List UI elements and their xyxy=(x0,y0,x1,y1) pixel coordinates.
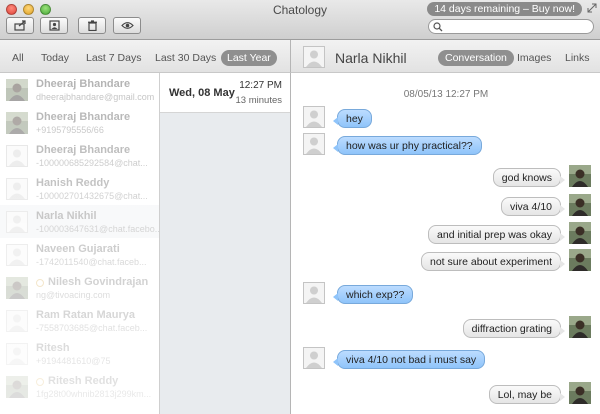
delete-button[interactable] xyxy=(78,17,106,34)
contact-avatar-placeholder-icon xyxy=(6,310,28,332)
outgoing-message-bubble: viva 4/10 xyxy=(500,197,566,216)
conversation-contact-name: Narla Nikhil xyxy=(335,50,407,66)
contact-handle: ng@tivoacing.com xyxy=(36,290,111,300)
contact-item[interactable]: Hanish Reddy -100002701432675@chat... xyxy=(0,172,159,205)
contact-item[interactable]: Dheeraj Bhandare +9195795556/66 xyxy=(0,106,159,139)
contact-name: Nilesh Govindrajan xyxy=(48,276,149,288)
my-avatar-photo-icon xyxy=(569,222,591,244)
contact-item[interactable]: Nilesh Govindrajan ng@tivoacing.com xyxy=(0,271,159,304)
contact-list: Dheeraj Bhandare dheerajbhandare@gmail.co… xyxy=(0,73,160,414)
contact-item[interactable]: Ram Ratan Maurya -7558703685@chat.faceb..… xyxy=(0,304,159,337)
contact-item[interactable]: Ritesh Reddy 1fg28t00whnib2813j299km... xyxy=(0,370,159,403)
share-button[interactable] xyxy=(6,17,34,34)
share-icon xyxy=(13,20,26,31)
contact-name: Dheeraj Bhandare xyxy=(36,78,131,90)
contact-handle: -100003647631@chat.facebo... xyxy=(36,224,160,234)
incoming-message-bubble: viva 4/10 not bad i must say xyxy=(332,350,486,369)
my-avatar-photo-icon xyxy=(569,194,591,216)
contact-avatar-placeholder-icon xyxy=(6,145,28,167)
contact-avatar-photo-icon xyxy=(6,376,28,398)
tab-images[interactable]: Images xyxy=(517,50,551,66)
away-status-icon xyxy=(36,378,44,386)
search-input[interactable] xyxy=(445,20,590,33)
contact-handle: -100000685292584@chat... xyxy=(36,158,148,168)
sender-avatar-placeholder-icon xyxy=(303,133,325,155)
contact-avatar-photo-icon xyxy=(6,79,28,101)
session-duration: 13 minutes xyxy=(235,95,282,106)
outgoing-message-bubble: and initial prep was okay xyxy=(428,225,565,244)
contact-avatar-placeholder-icon xyxy=(6,343,28,365)
fullscreen-icon[interactable] xyxy=(587,3,597,13)
filter-all[interactable]: All xyxy=(12,50,24,66)
contacts-button[interactable] xyxy=(40,17,68,34)
contact-item[interactable]: Dheeraj Bhandare -100000685292584@chat... xyxy=(0,139,159,172)
contact-name: Dheeraj Bhandare xyxy=(36,144,131,156)
contact-name: Ritesh xyxy=(36,342,70,354)
conversation-timestamp: 08/05/13 12:27 PM xyxy=(403,89,489,100)
contact-name: Dheeraj Bhandare xyxy=(36,111,131,123)
filter-last-30-days[interactable]: Last 30 Days xyxy=(155,50,216,66)
sender-avatar-placeholder-icon xyxy=(303,282,325,304)
outgoing-message-bubble: not sure about experiment xyxy=(421,252,565,271)
contact-handle: -7558703685@chat.faceb... xyxy=(36,323,148,333)
session-date-label: Wed, 08 May xyxy=(169,87,235,99)
outgoing-message-bubble: Lol, may be xyxy=(488,385,566,404)
session-time: 12:27 PM xyxy=(239,80,282,91)
contact-handle: 1fg28t00whnib2813j299km... xyxy=(36,389,152,399)
search-icon xyxy=(433,22,443,32)
incoming-message-bubble: which exp?? xyxy=(332,285,414,304)
contact-name: Ritesh Reddy xyxy=(48,375,119,387)
contact-name: Naveen Gujarati xyxy=(36,243,120,255)
eye-icon xyxy=(120,22,134,29)
contact-avatar-placeholder-icon xyxy=(303,46,325,68)
contact-avatar-placeholder-icon xyxy=(6,211,28,233)
conversation-pane: 08/05/13 12:27 PM hey how was ur phy prac… xyxy=(292,73,600,414)
contact-avatar-placeholder-icon xyxy=(6,244,28,266)
contact-handle: +9195795556/66 xyxy=(36,125,104,135)
away-status-icon xyxy=(36,279,44,287)
contact-item[interactable]: Naveen Gujarati -1742011540@chat.faceb... xyxy=(0,238,159,271)
contact-avatar-photo-icon xyxy=(6,277,28,299)
contact-name: Hanish Reddy xyxy=(36,177,110,189)
filter-today[interactable]: Today xyxy=(41,50,69,66)
tab-links[interactable]: Links xyxy=(565,50,590,66)
contact-item[interactable]: Narla Nikhil -100003647631@chat.facebo... xyxy=(0,205,160,238)
my-avatar-photo-icon xyxy=(569,165,591,187)
contact-item[interactable]: Dheeraj Bhandare dheerajbhandare@gmail.co… xyxy=(0,73,159,106)
sender-avatar-placeholder-icon xyxy=(303,347,325,369)
incoming-message-bubble: how was ur phy practical?? xyxy=(333,136,482,155)
contact-item[interactable]: Ritesh +9194481610@75 xyxy=(0,337,159,370)
contact-handle: dheerajbhandare@gmail.com xyxy=(36,92,155,102)
filter-last-year[interactable]: Last Year xyxy=(221,50,277,66)
session-date-list: Wed, 08 May 12:27 PM 13 minutes xyxy=(160,73,291,414)
my-avatar-photo-icon xyxy=(569,249,591,271)
trash-icon xyxy=(87,20,97,31)
outgoing-message-bubble: diffraction grating xyxy=(462,319,566,338)
sender-avatar-placeholder-icon xyxy=(303,106,325,128)
contact-avatar-placeholder-icon xyxy=(6,178,28,200)
preview-button[interactable] xyxy=(113,17,141,34)
contact-name: Narla Nikhil xyxy=(36,210,97,222)
contact-handle: +9194481610@75 xyxy=(36,356,111,366)
my-avatar-photo-icon xyxy=(569,316,591,338)
contact-handle: -1742011540@chat.faceb... xyxy=(36,257,147,267)
filter-last-7-days[interactable]: Last 7 Days xyxy=(86,50,141,66)
contacts-icon xyxy=(48,20,60,31)
conversation-header: Narla Nikhil Conversation Images Links xyxy=(291,40,600,73)
window-toolbar: Chatology 14 days remaining – Buy now! xyxy=(0,0,600,40)
search-box xyxy=(428,19,594,34)
tab-conversation[interactable]: Conversation xyxy=(438,50,514,66)
session-date-item[interactable]: Wed, 08 May 12:27 PM 13 minutes xyxy=(160,73,290,113)
contact-name: Ram Ratan Maurya xyxy=(36,309,136,321)
date-filter-bar: All Today Last 7 Days Last 30 Days Last … xyxy=(0,40,291,73)
outgoing-message-bubble: god knows xyxy=(492,168,566,187)
contact-handle: -100002701432675@chat... xyxy=(36,191,148,201)
my-avatar-photo-icon xyxy=(569,382,591,404)
contact-avatar-photo-icon xyxy=(6,112,28,134)
incoming-message-bubble: hey xyxy=(333,109,372,128)
buy-now-badge[interactable]: 14 days remaining – Buy now! xyxy=(427,2,582,16)
